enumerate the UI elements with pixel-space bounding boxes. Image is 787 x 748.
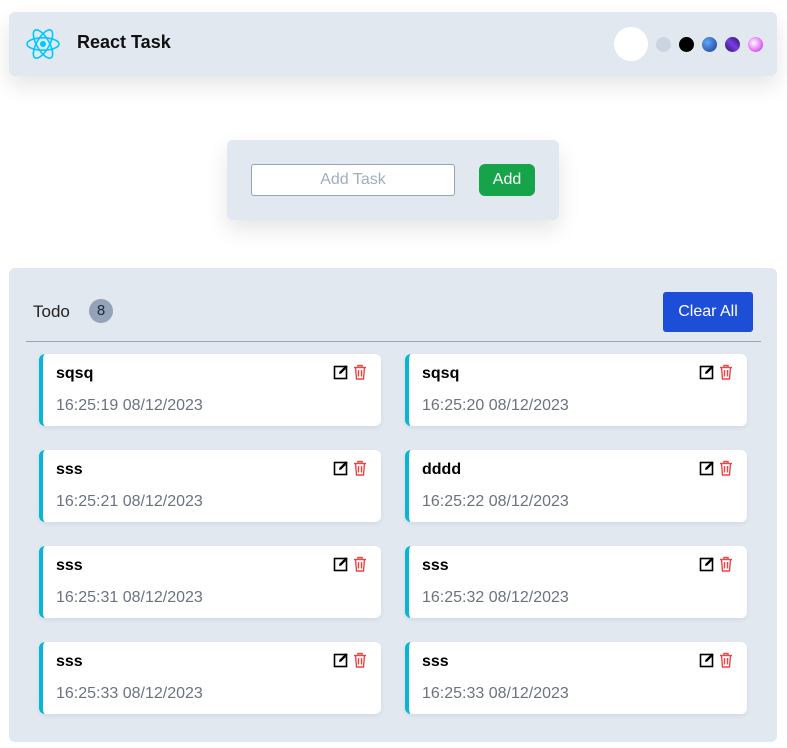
theme-swatch-blue[interactable] <box>702 36 717 52</box>
task-name: sss <box>56 461 83 478</box>
task-card: dddd 16:25:22 08/12/2023 <box>405 450 747 522</box>
task-card: sqsq 16:25:20 08/12/2023 <box>405 354 747 426</box>
react-atom-icon <box>26 29 60 59</box>
task-name: dddd <box>422 461 462 478</box>
todo-board: Todo 8 Clear All sqsq 16:25:19 08/12/2023… <box>9 268 777 742</box>
edit-icon[interactable] <box>699 556 715 574</box>
divider <box>26 341 761 342</box>
theme-swatch-white[interactable] <box>614 27 648 61</box>
trash-icon[interactable] <box>719 364 735 382</box>
task-actions <box>329 652 369 670</box>
trash-icon[interactable] <box>353 460 369 478</box>
add-task-input[interactable] <box>251 164 455 196</box>
theme-swatch-pink[interactable] <box>748 36 763 52</box>
task-count-badge: 8 <box>89 299 113 323</box>
board-title: Todo <box>33 302 70 321</box>
task-actions <box>329 556 369 574</box>
task-timestamp: 16:25:21 08/12/2023 <box>56 493 203 510</box>
edit-icon[interactable] <box>699 364 715 382</box>
task-name: sss <box>422 653 449 670</box>
task-card: sqsq 16:25:19 08/12/2023 <box>39 354 381 426</box>
app-title: React Task <box>77 32 171 52</box>
task-actions <box>329 460 369 478</box>
task-card: sss 16:25:32 08/12/2023 <box>405 546 747 618</box>
edit-icon[interactable] <box>333 364 349 382</box>
task-timestamp: 16:25:22 08/12/2023 <box>422 493 569 510</box>
theme-switcher <box>614 27 763 61</box>
edit-icon[interactable] <box>333 556 349 574</box>
trash-icon[interactable] <box>353 556 369 574</box>
task-name: sss <box>56 653 83 670</box>
edit-icon[interactable] <box>333 652 349 670</box>
clear-all-button[interactable]: Clear All <box>663 292 753 332</box>
task-name: sss <box>422 557 449 574</box>
edit-icon[interactable] <box>699 460 715 478</box>
task-timestamp: 16:25:33 08/12/2023 <box>56 685 203 702</box>
trash-icon[interactable] <box>719 460 735 478</box>
add-button[interactable]: Add <box>479 164 535 196</box>
trash-icon[interactable] <box>353 364 369 382</box>
theme-swatch-light-gray[interactable] <box>656 36 671 52</box>
task-card: sss 16:25:33 08/12/2023 <box>39 642 381 714</box>
task-name: sqsq <box>56 365 94 382</box>
task-actions <box>695 364 735 382</box>
task-card: sss 16:25:31 08/12/2023 <box>39 546 381 618</box>
task-timestamp: 16:25:19 08/12/2023 <box>56 397 203 414</box>
trash-icon[interactable] <box>719 652 735 670</box>
task-timestamp: 16:25:31 08/12/2023 <box>56 589 203 606</box>
task-name: sqsq <box>422 365 460 382</box>
edit-icon[interactable] <box>699 652 715 670</box>
task-timestamp: 16:25:32 08/12/2023 <box>422 589 569 606</box>
task-actions <box>329 364 369 382</box>
edit-icon[interactable] <box>333 460 349 478</box>
trash-icon[interactable] <box>353 652 369 670</box>
task-actions <box>695 460 735 478</box>
add-task-form: Add <box>227 140 559 220</box>
task-timestamp: 16:25:33 08/12/2023 <box>422 685 569 702</box>
trash-icon[interactable] <box>719 556 735 574</box>
task-name: sss <box>56 557 83 574</box>
task-card: sss 16:25:33 08/12/2023 <box>405 642 747 714</box>
task-actions <box>695 652 735 670</box>
task-actions <box>695 556 735 574</box>
theme-swatch-black[interactable] <box>679 36 694 52</box>
theme-swatch-purple[interactable] <box>725 36 740 52</box>
app-header: React Task <box>9 12 777 76</box>
task-card: sss 16:25:21 08/12/2023 <box>39 450 381 522</box>
task-timestamp: 16:25:20 08/12/2023 <box>422 397 569 414</box>
